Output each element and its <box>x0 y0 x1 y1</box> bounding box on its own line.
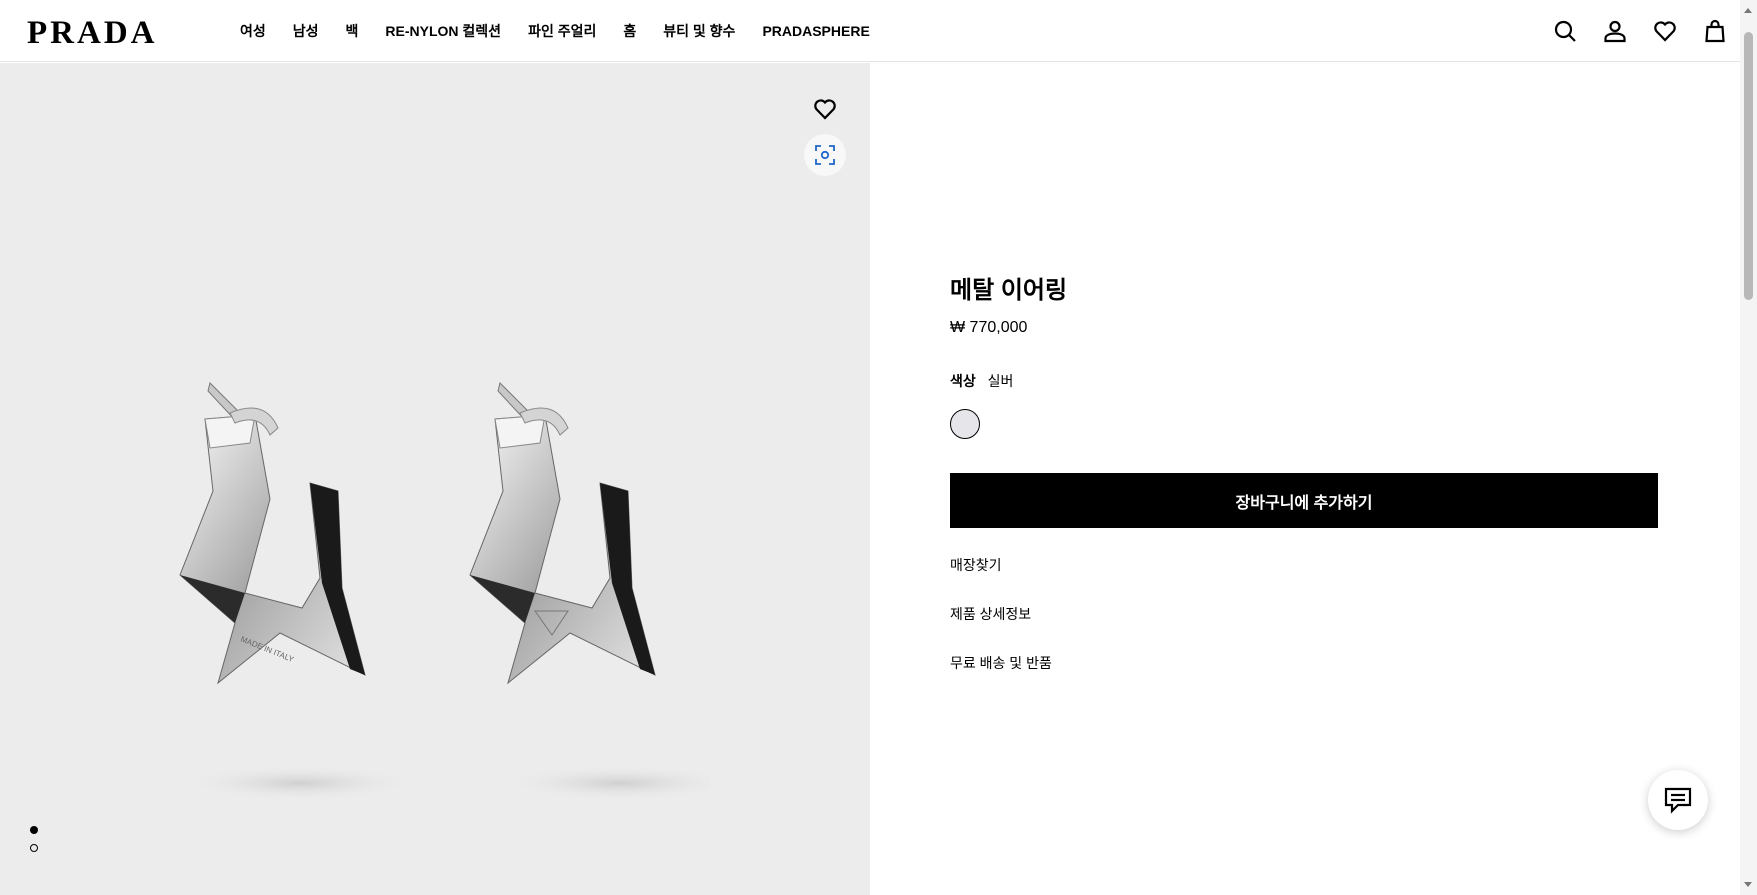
main-nav: 여성 남성 백 RE-NYLON 컬렉션 파인 주얼리 홈 뷰티 및 향수 PR… <box>240 0 897 62</box>
chat-icon <box>1664 787 1692 814</box>
earring-left: MADE IN ITALY <box>179 382 366 685</box>
nav-item-pradasphere[interactable]: PRADASPHERE <box>762 23 869 39</box>
nav-item-home[interactable]: 홈 <box>623 21 636 41</box>
nav-item-women[interactable]: 여성 <box>240 21 266 41</box>
vertical-scrollbar[interactable] <box>1740 0 1757 895</box>
carousel-dot-2[interactable] <box>30 844 38 852</box>
free-shipping-returns-link[interactable]: 무료 배송 및 반품 <box>950 653 1660 673</box>
product-info-panel: 메탈 이어링 ₩ 770,000 색상 실버 장바구니에 추가하기 매장찾기 제… <box>950 270 1660 673</box>
nav-item-men[interactable]: 남성 <box>293 21 319 41</box>
image-carousel-dots <box>30 826 38 862</box>
product-image-earrings: MADE IN ITALY <box>179 382 710 801</box>
scroll-up-arrow[interactable] <box>1744 8 1752 13</box>
bag-icon[interactable] <box>1702 18 1728 44</box>
color-selection: 색상 실버 <box>950 371 1660 391</box>
nav-item-re-nylon[interactable]: RE-NYLON 컬렉션 <box>385 21 501 41</box>
color-label: 색상 <box>950 373 976 389</box>
visual-search-icon[interactable] <box>804 134 846 176</box>
product-details-link[interactable]: 제품 상세정보 <box>950 604 1660 624</box>
carousel-dot-1[interactable] <box>30 826 38 834</box>
product-title: 메탈 이어링 <box>950 277 1068 304</box>
nav-item-beauty-fragrance[interactable]: 뷰티 및 향수 <box>663 21 735 41</box>
color-swatch-silver[interactable] <box>950 409 980 439</box>
color-value: 실버 <box>987 373 1014 389</box>
chat-button[interactable] <box>1648 770 1708 830</box>
scrollbar-thumb[interactable] <box>1744 32 1753 300</box>
nav-item-bags[interactable]: 백 <box>346 21 359 41</box>
scroll-down-arrow[interactable] <box>1744 882 1752 887</box>
prada-logo[interactable]: PRADA <box>27 17 157 50</box>
account-icon[interactable] <box>1602 18 1628 44</box>
top-navigation-bar: PRADA 여성 남성 백 RE-NYLON 컬렉션 파인 주얼리 홈 뷰티 및… <box>0 0 1740 62</box>
find-store-link[interactable]: 매장찾기 <box>950 555 1660 575</box>
product-image-gallery[interactable]: MADE IN ITALY <box>0 63 870 895</box>
header-icons <box>1528 18 1728 44</box>
earring-right <box>469 382 656 685</box>
add-to-wishlist-heart-icon[interactable] <box>811 95 839 123</box>
search-icon[interactable] <box>1552 18 1578 44</box>
wishlist-icon[interactable] <box>1652 18 1678 44</box>
product-price: ₩ 770,000 <box>950 319 1028 336</box>
add-to-cart-button[interactable]: 장바구니에 추가하기 <box>950 473 1658 528</box>
nav-item-fine-jewelry[interactable]: 파인 주얼리 <box>528 21 596 41</box>
